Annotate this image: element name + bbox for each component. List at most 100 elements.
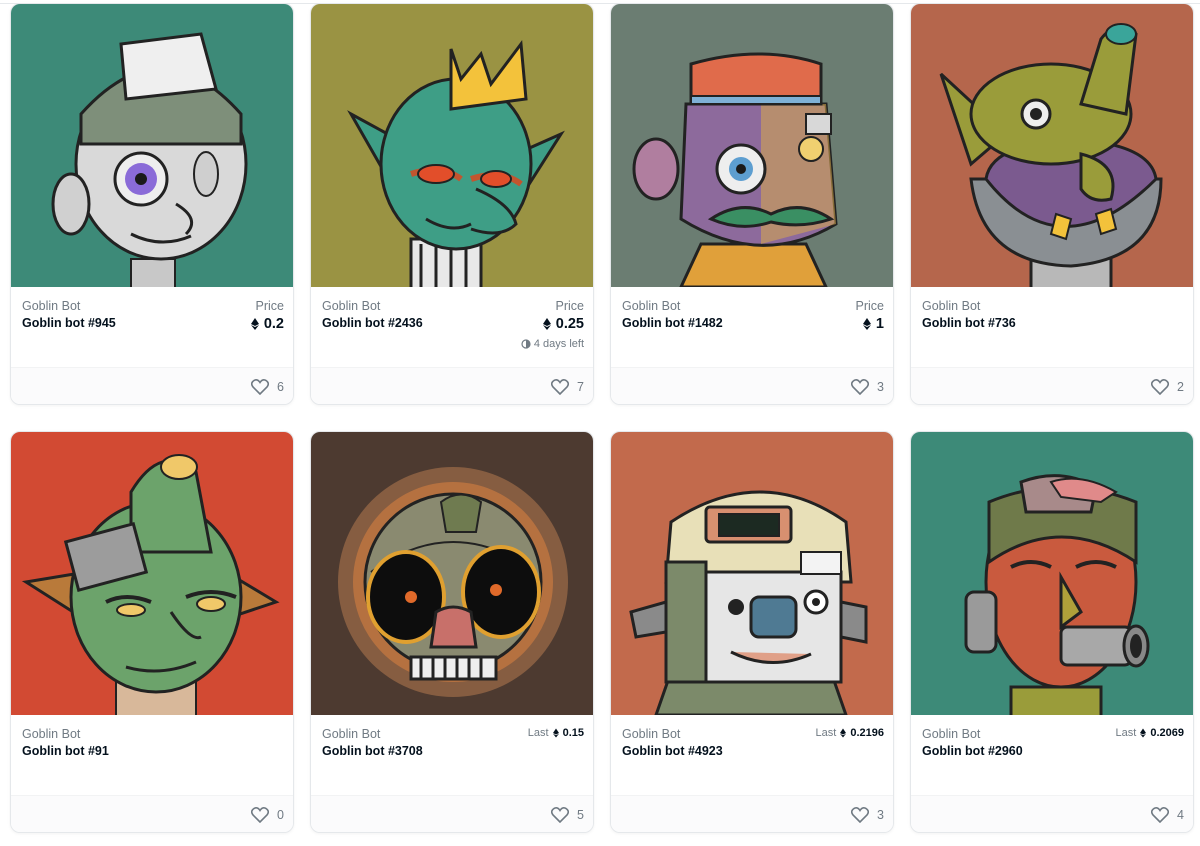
last-sale-label: Last — [1115, 727, 1137, 739]
card-footer: 2 — [911, 367, 1193, 404]
ethereum-icon — [250, 318, 259, 330]
token-name[interactable]: Goblin bot #736 — [922, 316, 1016, 330]
goblin-bot-art — [311, 4, 593, 287]
last-sale-label: Last — [815, 727, 837, 739]
like-count: 4 — [1177, 808, 1184, 822]
card-info: Goblin Bot Goblin bot #91 — [11, 715, 293, 795]
collection-name[interactable]: Goblin Bot — [322, 299, 380, 313]
collection-name[interactable]: Goblin Bot — [22, 299, 80, 313]
goblin-bot-art — [611, 4, 893, 287]
heart-icon — [1151, 807, 1170, 823]
favorite-button[interactable]: 4 — [1151, 807, 1184, 823]
collection-name[interactable]: Goblin Bot — [922, 727, 980, 741]
ethereum-icon — [552, 728, 559, 738]
collection-name[interactable]: Goblin Bot — [622, 299, 680, 313]
last-sale-price: 0.2069 — [1150, 727, 1184, 739]
last-sale: Last 0.2196 — [816, 727, 884, 739]
heart-icon — [551, 379, 570, 395]
price-amount: 0.25 — [555, 316, 584, 332]
card-footer: 3 — [611, 795, 893, 832]
goblin-bot-art — [11, 432, 293, 715]
ethereum-icon — [840, 728, 847, 738]
goblin-bot-art — [911, 432, 1193, 715]
like-count: 6 — [277, 380, 284, 394]
like-count: 0 — [277, 808, 284, 822]
card-info: Goblin Bot Goblin bot #736 — [911, 287, 1193, 367]
collection-name[interactable]: Goblin Bot — [322, 727, 380, 741]
nft-card[interactable]: Goblin Bot Goblin bot #2436 Price 0.25 4… — [310, 3, 594, 405]
token-name[interactable]: Goblin bot #945 — [22, 316, 116, 330]
last-sale-label: Last — [527, 727, 549, 739]
time-left-text: 4 days left — [533, 338, 584, 350]
heart-icon — [851, 379, 870, 395]
heart-icon — [551, 807, 570, 823]
favorite-button[interactable]: 5 — [551, 807, 584, 823]
card-footer: 0 — [11, 795, 293, 832]
last-sale-price: 0.15 — [562, 727, 584, 739]
nft-card[interactable]: Goblin Bot Goblin bot #1482 Price 1 3 — [610, 3, 894, 405]
price-amount: 0.2 — [263, 316, 284, 332]
price-value: 1 — [862, 316, 884, 332]
goblin-bot-art — [911, 4, 1193, 287]
nft-image[interactable] — [11, 432, 293, 715]
like-count: 3 — [877, 808, 884, 822]
card-footer: 7 — [311, 367, 593, 404]
nft-image[interactable] — [611, 432, 893, 715]
nft-image[interactable] — [611, 4, 893, 287]
token-name[interactable]: Goblin bot #2436 — [322, 316, 423, 330]
nft-card[interactable]: Goblin Bot Goblin bot #736 2 — [910, 3, 1194, 405]
nft-card[interactable]: Goblin Bot Goblin bot #3708 Last 0.15 5 — [310, 431, 594, 833]
price-label: Price — [855, 299, 884, 313]
last-sale: Last 0.2069 — [1116, 727, 1184, 739]
ethereum-icon — [1140, 728, 1147, 738]
card-info: Goblin Bot Goblin bot #2436 Price 0.25 4… — [311, 287, 593, 367]
card-footer: 3 — [611, 367, 893, 404]
collection-name[interactable]: Goblin Bot — [22, 727, 80, 741]
card-info: Goblin Bot Goblin bot #2960 Last 0.2069 — [911, 715, 1193, 795]
card-footer: 6 — [11, 367, 293, 404]
heart-icon — [251, 379, 270, 395]
nft-image[interactable] — [911, 432, 1193, 715]
like-count: 3 — [877, 380, 884, 394]
like-count: 2 — [1177, 380, 1184, 394]
token-name[interactable]: Goblin bot #4923 — [622, 744, 723, 758]
nft-card[interactable]: Goblin Bot Goblin bot #91 0 — [10, 431, 294, 833]
card-footer: 5 — [311, 795, 593, 832]
token-name[interactable]: Goblin bot #91 — [22, 744, 109, 758]
nft-image[interactable] — [311, 432, 593, 715]
price-amount: 1 — [875, 316, 884, 332]
token-name[interactable]: Goblin bot #3708 — [322, 744, 423, 758]
like-count: 5 — [577, 808, 584, 822]
card-info: Goblin Bot Goblin bot #3708 Last 0.15 — [311, 715, 593, 795]
goblin-bot-art — [611, 432, 893, 715]
favorite-button[interactable]: 7 — [551, 379, 584, 395]
price-value: 0.25 — [542, 316, 584, 332]
favorite-button[interactable]: 0 — [251, 807, 284, 823]
favorite-button[interactable]: 3 — [851, 379, 884, 395]
nft-card[interactable]: Goblin Bot Goblin bot #4923 Last 0.2196 … — [610, 431, 894, 833]
nft-image[interactable] — [311, 4, 593, 287]
last-sale-price: 0.2196 — [850, 727, 884, 739]
goblin-bot-art — [311, 432, 593, 715]
heart-icon — [251, 807, 270, 823]
collection-name[interactable]: Goblin Bot — [622, 727, 680, 741]
card-info: Goblin Bot Goblin bot #4923 Last 0.2196 — [611, 715, 893, 795]
favorite-button[interactable]: 3 — [851, 807, 884, 823]
nft-card[interactable]: Goblin Bot Goblin bot #2960 Last 0.2069 … — [910, 431, 1194, 833]
like-count: 7 — [577, 380, 584, 394]
favorite-button[interactable]: 6 — [251, 379, 284, 395]
price-value: 0.2 — [250, 316, 284, 332]
nft-image[interactable] — [11, 4, 293, 287]
token-name[interactable]: Goblin bot #2960 — [922, 744, 1023, 758]
card-info: Goblin Bot Goblin bot #1482 Price 1 — [611, 287, 893, 367]
ethereum-icon — [542, 318, 551, 330]
favorite-button[interactable]: 2 — [1151, 379, 1184, 395]
last-sale: Last 0.15 — [528, 727, 584, 739]
collection-name[interactable]: Goblin Bot — [922, 299, 980, 313]
clock-icon — [521, 339, 531, 349]
card-info: Goblin Bot Goblin bot #945 Price 0.2 — [11, 287, 293, 367]
token-name[interactable]: Goblin bot #1482 — [622, 316, 723, 330]
price-label: Price — [555, 299, 584, 313]
nft-card[interactable]: Goblin Bot Goblin bot #945 Price 0.2 6 — [10, 3, 294, 405]
nft-image[interactable] — [911, 4, 1193, 287]
